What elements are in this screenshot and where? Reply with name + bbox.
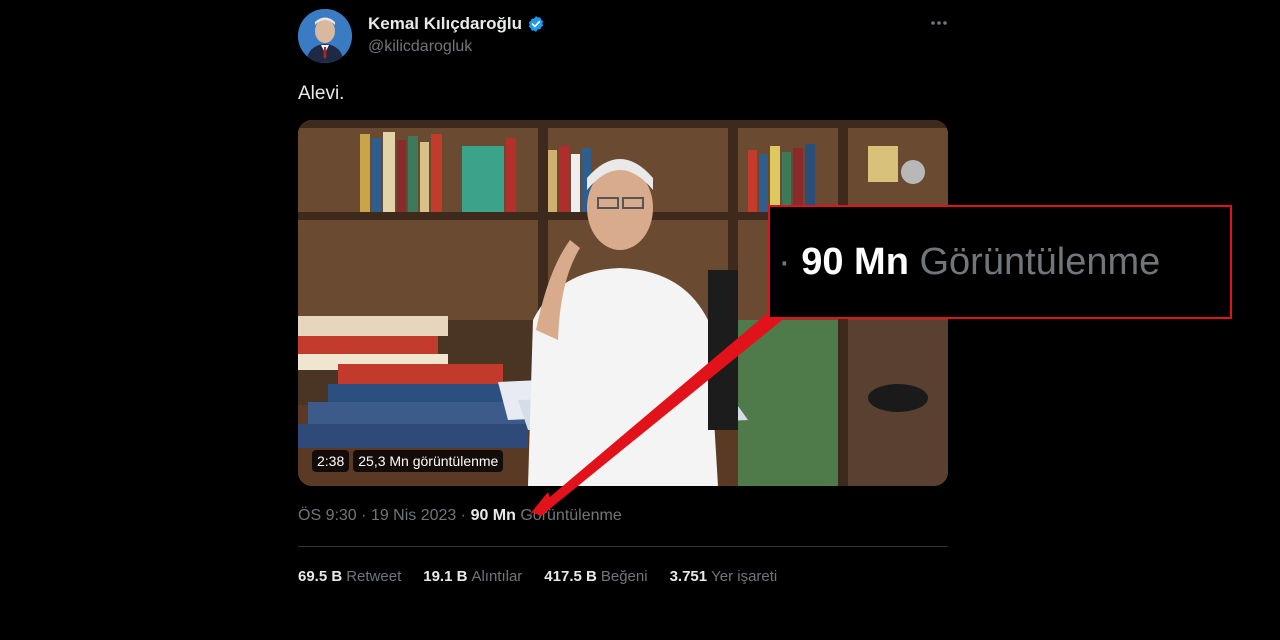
author-name[interactable]: Kemal Kılıçdaroğlu — [368, 14, 545, 34]
callout-views-count: 90 Mn — [801, 241, 909, 283]
stat-value: 69.5 B — [298, 568, 343, 585]
tweet-date[interactable]: 19 Nis 2023 — [371, 507, 456, 524]
video-views: 25,3 Mn görüntülenme — [353, 450, 504, 472]
stat-quotes[interactable]: 19.1 B Alıntılar — [423, 568, 522, 585]
tweet-time[interactable]: ÖS 9:30 — [298, 507, 357, 524]
author-avatar[interactable] — [298, 9, 352, 63]
author-name-text[interactable]: Kemal Kılıçdaroğlu — [368, 14, 522, 34]
tweet-screenshot: Kemal Kılıçdaroğlu @kilicdarogluk Alevi. — [0, 0, 1280, 640]
stat-label: Beğeni — [600, 568, 648, 585]
callout-text: · 90 Mn Görüntülenme — [778, 241, 1160, 284]
stat-bookmarks[interactable]: 3.751 Yer işareti — [670, 568, 778, 585]
tweet-text: Alevi. — [298, 83, 345, 104]
callout-separator: · — [778, 241, 791, 283]
stat-label: Yer işareti — [711, 568, 778, 585]
author-handle[interactable]: @kilicdarogluk — [368, 38, 472, 56]
stat-label: Alıntılar — [471, 568, 523, 585]
stat-label: Retweet — [346, 568, 402, 585]
callout-views-label: Görüntülenme — [919, 241, 1161, 283]
views-label: Görüntülenme — [520, 507, 622, 524]
divider — [298, 546, 948, 547]
views-count[interactable]: 90 Mn — [471, 507, 516, 524]
stat-likes[interactable]: 417.5 B Beğeni — [544, 568, 647, 585]
video-overlay: 2:38 25,3 Mn görüntülenme — [312, 450, 504, 472]
tweet-meta: ÖS 9:30 · 19 Nis 2023 · 90 Mn Görüntülen… — [298, 507, 622, 525]
tweet-stats: 69.5 B Retweet 19.1 B Alıntılar 417.5 B Beğ… — [298, 568, 777, 585]
more-horizontal-icon[interactable] — [928, 12, 950, 34]
meta-separator: · — [361, 507, 367, 524]
meta-separator: · — [460, 507, 467, 524]
verified-badge-icon — [527, 15, 545, 33]
stat-value: 3.751 — [669, 568, 708, 585]
stat-value: 417.5 B — [544, 568, 597, 585]
video-duration: 2:38 — [312, 450, 350, 472]
stat-value: 19.1 B — [423, 568, 468, 585]
zoom-callout: · 90 Mn Görüntülenme — [768, 205, 1232, 319]
stat-retweets[interactable]: 69.5 B Retweet — [298, 568, 401, 585]
